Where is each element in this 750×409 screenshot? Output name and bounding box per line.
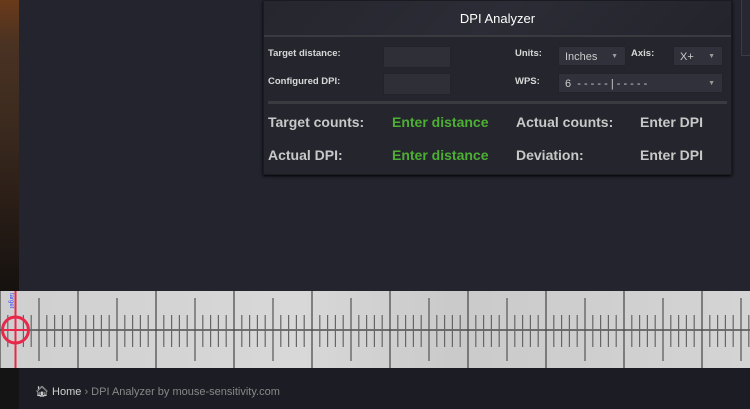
axis-select[interactable]: X+ ▼: [673, 46, 723, 66]
dpi-analyzer-panel: DPI Analyzer Target distance: Configured…: [263, 0, 732, 175]
axis-label: Axis:: [631, 48, 655, 59]
actual-counts-label: Actual counts:: [516, 114, 614, 130]
ruler[interactable]: target: [0, 291, 750, 368]
wps-select[interactable]: 6 - - - - - | - - - - - ▼: [558, 73, 723, 93]
chevron-down-icon: ▼: [611, 53, 618, 60]
configured-dpi-label: Configured DPI:: [268, 76, 341, 87]
units-label: Units:: [515, 48, 542, 59]
units-value: Inches: [565, 51, 598, 63]
breadcrumb-current: DPI Analyzer by mouse-sensitivity.com: [91, 386, 280, 398]
wps-label: WPS:: [515, 76, 540, 87]
units-select[interactable]: Inches ▼: [558, 46, 626, 66]
configured-dpi-input[interactable]: [383, 73, 451, 95]
background-image-strip: [0, 0, 19, 291]
ruler-ticks: target: [0, 291, 750, 368]
breadcrumb: 🏠︎ Home › DPI Analyzer by mouse-sensitiv…: [35, 385, 280, 398]
panel-title: DPI Analyzer: [264, 1, 731, 37]
chevron-down-icon: ▼: [708, 53, 715, 60]
divider: [268, 101, 727, 104]
side-panel-edge: [741, 0, 750, 56]
actual-counts-value: Enter DPI: [640, 114, 704, 130]
target-distance-input[interactable]: [383, 46, 451, 68]
axis-value: X+: [680, 51, 694, 63]
breadcrumb-separator: ›: [84, 386, 89, 398]
actual-dpi-label: Actual DPI:: [268, 147, 343, 163]
deviation-label: Deviation:: [516, 147, 584, 163]
home-icon: 🏠︎: [35, 386, 49, 398]
deviation-value: Enter DPI: [640, 147, 704, 163]
actual-dpi-value: Enter distance: [392, 147, 489, 163]
target-label: target: [8, 293, 14, 309]
target-distance-label: Target distance:: [268, 48, 341, 59]
chevron-down-icon: ▼: [708, 80, 715, 87]
breadcrumb-home-link[interactable]: 🏠︎ Home: [35, 386, 81, 398]
wps-value: 6 - - - - - | - - - - -: [565, 78, 648, 90]
target-counts-label: Target counts:: [268, 114, 365, 130]
home-label: Home: [52, 386, 82, 398]
target-counts-value: Enter distance: [392, 114, 489, 130]
